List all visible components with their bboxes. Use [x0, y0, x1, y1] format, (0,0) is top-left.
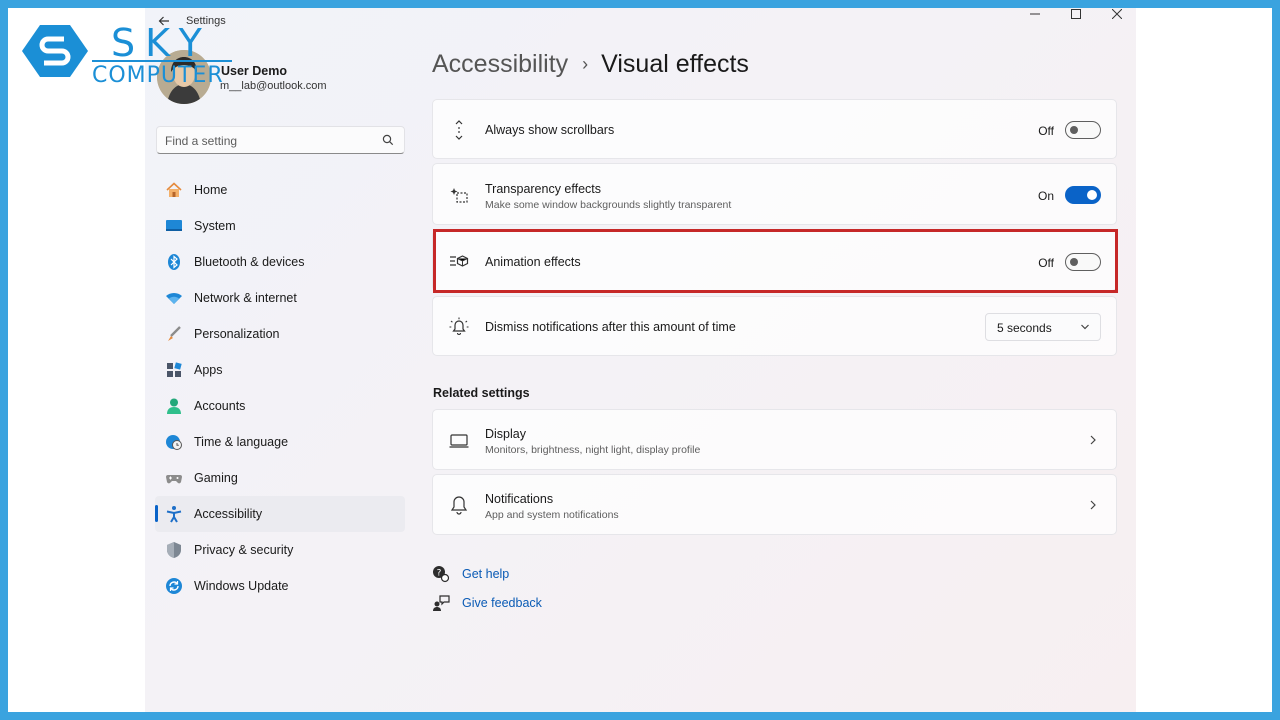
sidebar-item-label: System — [194, 219, 236, 233]
apps-icon — [165, 361, 183, 379]
related-notifications[interactable]: Notifications App and system notificatio… — [432, 474, 1117, 535]
title-bar: Settings — [145, 8, 1136, 36]
home-icon — [165, 181, 183, 199]
sidebar-item-personalization[interactable]: Personalization — [155, 316, 405, 352]
search-placeholder[interactable]: Find a setting — [165, 134, 237, 148]
sidebar-item-label: Bluetooth & devices — [194, 255, 305, 269]
toggle-state-label: Off — [1038, 124, 1054, 138]
highlight-box — [433, 229, 1118, 293]
sidebar-item-label: Personalization — [194, 327, 280, 341]
gamepad-icon — [165, 469, 183, 487]
help-icon: ? — [432, 565, 450, 583]
setting-title: Transparency effects — [485, 182, 602, 196]
sidebar-item-label: Accessibility — [194, 507, 263, 521]
scrollbars-toggle[interactable] — [1065, 121, 1101, 139]
close-button[interactable] — [1097, 8, 1136, 20]
sidebar-item-system[interactable]: System — [155, 208, 405, 244]
minimize-button[interactable] — [1015, 8, 1055, 20]
setting-subtitle: App and system notifications — [485, 509, 619, 521]
sidebar-item-accounts[interactable]: Accounts — [155, 388, 405, 424]
setting-subtitle: Monitors, brightness, night light, displ… — [485, 444, 701, 456]
setting-title: Dismiss notifications after this amount … — [485, 320, 736, 334]
setting-always-show-scrollbars: Always show scrollbars Off — [432, 99, 1117, 159]
give-feedback-label[interactable]: Give feedback — [462, 596, 542, 610]
shield-icon — [165, 541, 183, 559]
scrollbar-icon — [449, 120, 469, 140]
logo-text-computer: COMPUTER — [92, 63, 224, 88]
close-icon — [1112, 9, 1122, 19]
get-help-link[interactable]: ? Get help — [432, 564, 509, 584]
maximize-button[interactable] — [1056, 8, 1096, 20]
svg-text:?: ? — [437, 569, 442, 579]
logo-mark-icon — [22, 25, 88, 77]
logo-text-sky: SKY — [111, 21, 212, 65]
search-box[interactable]: Find a setting — [156, 126, 405, 154]
chevron-right-icon — [1090, 435, 1096, 445]
related-display[interactable]: Display Monitors, brightness, night ligh… — [432, 409, 1117, 470]
setting-transparency-effects: Transparency effects Make some window ba… — [432, 163, 1117, 225]
display-icon — [449, 431, 469, 451]
transparency-icon — [449, 185, 469, 205]
sidebar-item-home[interactable]: Home — [155, 172, 405, 208]
maximize-icon — [1071, 9, 1081, 19]
minimize-icon — [1030, 13, 1040, 15]
give-feedback-link[interactable]: Give feedback — [432, 593, 542, 613]
active-indicator — [155, 505, 158, 522]
sidebar-item-windows-update[interactable]: Windows Update — [155, 568, 405, 604]
breadcrumb: Accessibility › Visual effects — [432, 50, 749, 79]
page-title: Visual effects — [601, 50, 749, 78]
get-help-label[interactable]: Get help — [462, 567, 509, 581]
system-icon — [165, 217, 183, 235]
toggle-state-label: On — [1037, 189, 1054, 203]
sidebar-item-label: Time & language — [194, 435, 289, 449]
transparency-toggle[interactable] — [1065, 186, 1101, 204]
notification-timer-icon — [449, 317, 469, 337]
brush-icon — [165, 325, 183, 343]
sidebar-item-label: Network & internet — [194, 291, 297, 305]
sidebar-item-label: Accounts — [194, 399, 246, 413]
bluetooth-icon — [165, 253, 183, 271]
globe-clock-icon — [165, 433, 183, 451]
setting-dismiss-notifications: Dismiss notifications after this amount … — [432, 296, 1117, 356]
sidebar-item-time-language[interactable]: Time & language — [155, 424, 405, 460]
related-settings-heading: Related settings — [433, 386, 530, 400]
setting-title: Display — [485, 427, 526, 441]
breadcrumb-separator: › — [582, 54, 589, 74]
setting-title: Always show scrollbars — [485, 123, 615, 137]
sidebar-item-label: Apps — [194, 363, 223, 377]
chevron-down-icon — [1081, 324, 1089, 330]
sidebar-item-network[interactable]: Network & internet — [155, 280, 405, 316]
sidebar-item-bluetooth[interactable]: Bluetooth & devices — [155, 244, 405, 280]
sidebar-item-label: Gaming — [194, 471, 238, 485]
feedback-icon — [432, 594, 450, 612]
setting-title: Notifications — [485, 492, 554, 506]
account-icon — [165, 397, 183, 415]
sidebar-item-label: Windows Update — [194, 579, 289, 593]
sidebar-item-privacy[interactable]: Privacy & security — [155, 532, 405, 568]
sidebar-item-gaming[interactable]: Gaming — [155, 460, 405, 496]
chevron-right-icon — [1090, 500, 1096, 510]
sidebar-item-apps[interactable]: Apps — [155, 352, 405, 388]
breadcrumb-parent[interactable]: Accessibility — [432, 50, 568, 79]
brand-logo: SKY COMPUTER — [22, 19, 242, 88]
logo-divider — [92, 60, 232, 62]
wifi-icon — [165, 289, 183, 307]
sidebar-nav: Home System Bluetooth & devices Network … — [155, 172, 405, 604]
bell-icon — [449, 495, 469, 515]
settings-window: Settings User Demo m__lab@outlook.com Fi… — [145, 8, 1136, 712]
accessibility-icon — [165, 505, 183, 523]
dismiss-time-dropdown[interactable]: 5 seconds — [985, 313, 1101, 341]
update-icon — [165, 577, 183, 595]
setting-subtitle: Make some window backgrounds slightly tr… — [485, 199, 732, 211]
dropdown-value: 5 seconds — [997, 321, 1052, 335]
sidebar-item-accessibility[interactable]: Accessibility — [155, 496, 405, 532]
sidebar-item-label: Home — [194, 183, 228, 197]
sidebar-item-label: Privacy & security — [194, 543, 294, 557]
search-icon[interactable] — [382, 134, 394, 146]
